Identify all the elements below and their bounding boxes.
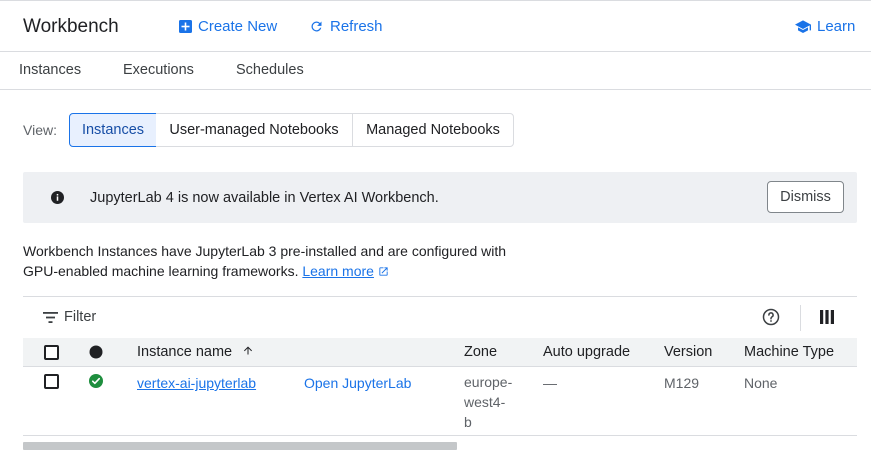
- learn-more-link[interactable]: Learn more: [302, 263, 374, 279]
- view-instances-button[interactable]: Instances: [69, 113, 157, 147]
- filter-label: Filter: [64, 309, 97, 325]
- column-instance-name-label: Instance name: [137, 344, 233, 360]
- row-checkbox[interactable]: [44, 374, 59, 389]
- zone-line: b: [464, 414, 472, 430]
- view-label: View:: [23, 122, 57, 138]
- help-icon[interactable]: [762, 308, 780, 326]
- view-managed-notebooks-button[interactable]: Managed Notebooks: [352, 113, 514, 147]
- description-line-2-text: GPU-enabled machine learning frameworks.: [23, 263, 299, 279]
- column-display-icon[interactable]: [820, 310, 834, 324]
- tab-instances[interactable]: Instances: [19, 62, 81, 78]
- learn-label: Learn: [817, 18, 856, 35]
- add-box-icon: [179, 20, 192, 33]
- zone-line: west4-: [464, 394, 506, 410]
- table-toolbar: Filter: [23, 296, 857, 338]
- description-line-2: GPU-enabled machine learning frameworks.…: [23, 261, 523, 281]
- tab-executions[interactable]: Executions: [123, 62, 194, 78]
- info-banner: JupyterLab 4 is now available in Vertex …: [23, 172, 857, 223]
- sort-arrow-up-icon: [244, 346, 253, 355]
- tab-bar: Instances Executions Schedules: [0, 52, 871, 90]
- table-header: Instance name Zone Auto upgrade Version …: [23, 338, 857, 367]
- top-bar: Workbench Create New Refresh Learn: [0, 0, 871, 52]
- refresh-button[interactable]: Refresh: [309, 18, 383, 35]
- description: Workbench Instances have JupyterLab 3 pr…: [23, 241, 523, 281]
- learn-button[interactable]: Learn: [795, 18, 855, 35]
- zone-cell: europe- west4- b: [464, 372, 512, 432]
- zone-line: europe-: [464, 374, 513, 390]
- select-all-checkbox[interactable]: [44, 345, 59, 360]
- column-machine-type: Machine Type: [744, 344, 835, 360]
- create-new-button[interactable]: Create New: [179, 18, 277, 35]
- filter-button[interactable]: Filter: [43, 309, 96, 325]
- status-header-icon: [89, 345, 103, 359]
- open-jupyterlab-link[interactable]: Open JupyterLab: [304, 375, 411, 391]
- dismiss-button[interactable]: Dismiss: [767, 181, 844, 213]
- external-link-icon: [379, 267, 388, 276]
- column-version: Version: [664, 344, 713, 360]
- column-auto-upgrade: Auto upgrade: [543, 344, 631, 360]
- school-icon: [795, 19, 811, 33]
- instance-name-link[interactable]: vertex-ai-jupyterlab: [137, 375, 256, 391]
- page-title: Workbench: [23, 16, 119, 37]
- table-row: vertex-ai-jupyterlab Open JupyterLab eur…: [23, 367, 857, 436]
- refresh-icon: [311, 21, 322, 32]
- view-user-managed-notebooks-button[interactable]: User-managed Notebooks: [156, 113, 353, 147]
- column-zone: Zone: [464, 344, 498, 360]
- status-ok-icon: [89, 374, 103, 388]
- horizontal-scrollbar[interactable]: [23, 442, 457, 450]
- version-cell: M129: [664, 375, 700, 391]
- refresh-label: Refresh: [330, 18, 383, 35]
- filter-list-icon: [43, 311, 58, 323]
- auto-upgrade-cell: —: [543, 375, 557, 391]
- banner-message: JupyterLab 4 is now available in Vertex …: [90, 190, 439, 206]
- create-new-label: Create New: [198, 18, 278, 35]
- toolbar-divider: [800, 305, 801, 331]
- tab-schedules[interactable]: Schedules: [236, 62, 304, 78]
- description-line-1: Workbench Instances have JupyterLab 3 pr…: [23, 243, 507, 259]
- info-icon: [51, 191, 64, 204]
- column-instance-name[interactable]: Instance name: [137, 344, 254, 360]
- machine-type-cell: None: [744, 375, 778, 391]
